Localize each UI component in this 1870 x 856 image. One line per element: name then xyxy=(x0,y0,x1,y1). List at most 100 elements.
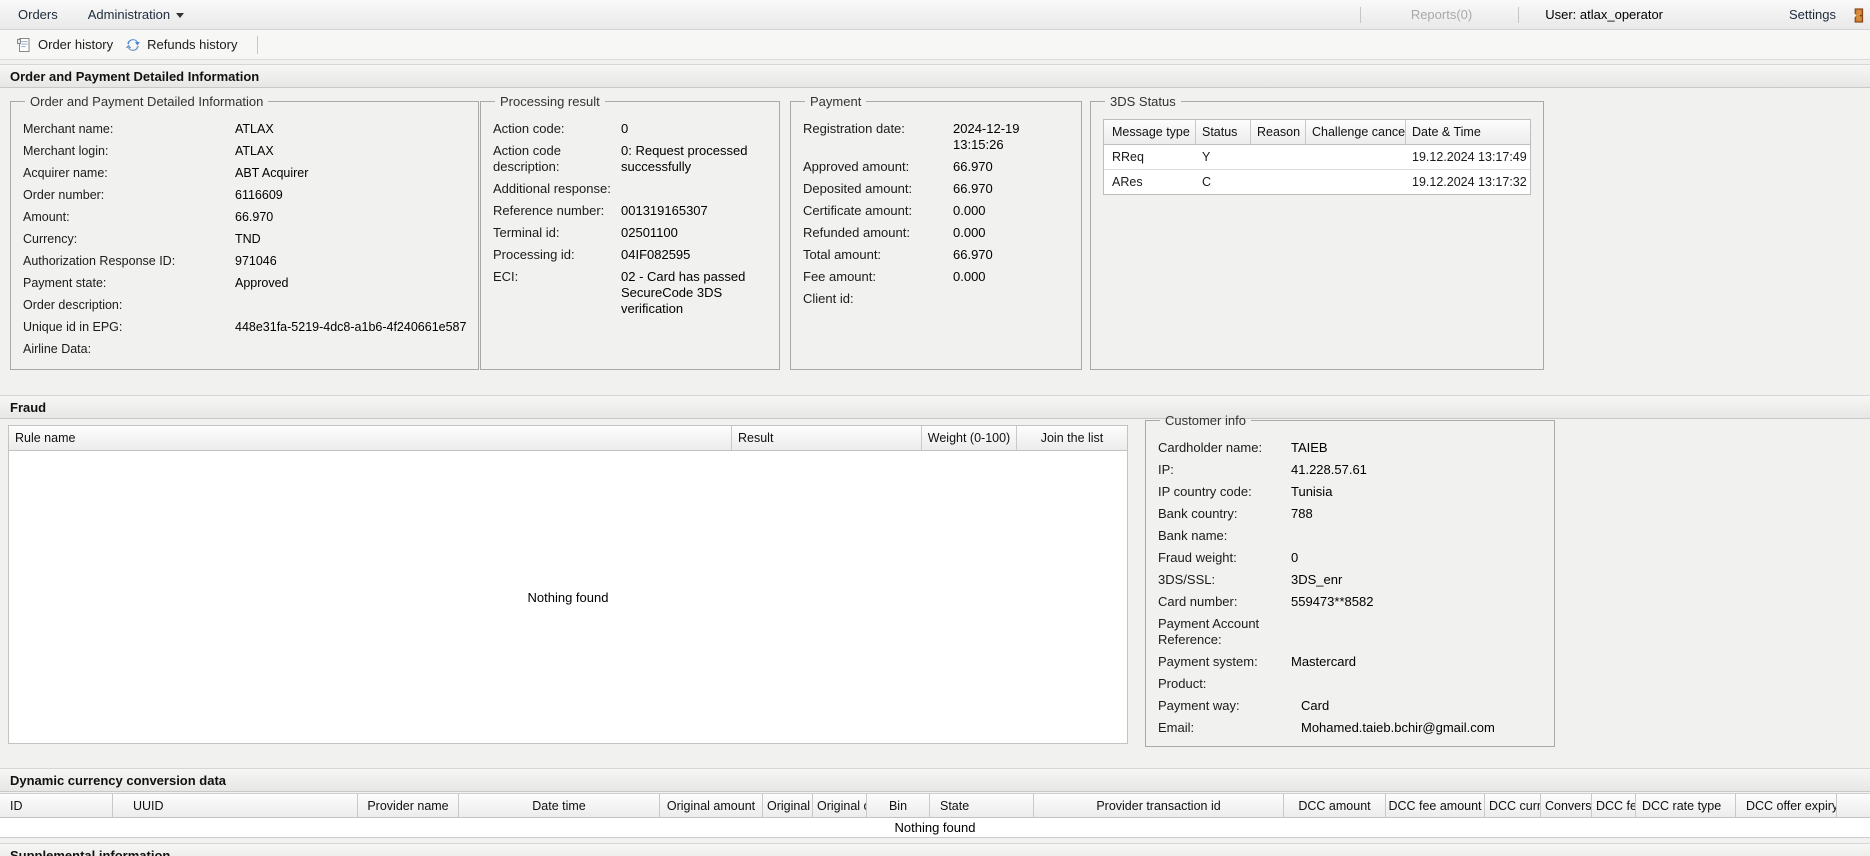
detail-label: Registration date: xyxy=(803,121,905,136)
detail-value: 2024-12-19 13:15:26 xyxy=(953,121,1020,152)
three-ds-table: Message type Status Reason Challenge can… xyxy=(1103,119,1531,195)
detail-value: 3DS_enr xyxy=(1291,572,1343,587)
empty-state-text: Nothing found xyxy=(527,589,609,605)
detail-value: ATLAX xyxy=(235,144,274,158)
detail-label: ECI: xyxy=(493,269,519,284)
detail-label: Deposited amount: xyxy=(803,181,913,196)
menu-orders[interactable]: Orders xyxy=(14,7,62,22)
detail-label: Total amount: xyxy=(803,247,882,262)
customer-info-legend: Customer info xyxy=(1165,413,1246,428)
detail-label: Payment system: xyxy=(1158,654,1258,669)
column-header: DCC amount xyxy=(1284,794,1386,817)
refunds-history-button[interactable]: Refunds history xyxy=(119,34,243,56)
customer-info-rows: Cardholder name: TAIEB IP: 41.228.57.61 … xyxy=(1158,440,1542,736)
detail-row: Action code: 0 xyxy=(493,121,767,137)
detail-value xyxy=(1291,676,1542,692)
detail-value: Mohamed.taieb.bchir@gmail.com xyxy=(1301,720,1495,735)
logout-door-icon xyxy=(1849,7,1865,23)
menu-settings[interactable]: Settings xyxy=(1785,7,1840,22)
detail-value: Mastercard xyxy=(1291,654,1357,669)
detail-value: 0.000 xyxy=(953,225,986,240)
detail-value xyxy=(235,297,466,313)
section-header-fraud: Fraud xyxy=(0,395,1870,419)
detail-row: Product: xyxy=(1158,676,1542,692)
detail-row: Payment state: Approved xyxy=(23,275,466,291)
detail-row: Email: Mohamed.taieb.bchir@gmail.com xyxy=(1158,720,1542,736)
menubar-divider xyxy=(1359,6,1361,23)
order-history-icon xyxy=(16,37,32,53)
order-details-rows: Merchant name: ATLAX Merchant login: ATL… xyxy=(23,121,466,357)
column-header: Provider name xyxy=(358,794,459,817)
detail-label: Authorization Response ID: xyxy=(23,254,176,268)
detail-row: Payment way: Card xyxy=(1158,698,1542,714)
detail-row: Total amount: 66.970 xyxy=(803,247,1069,263)
logout-button[interactable] xyxy=(1849,7,1865,23)
detail-value xyxy=(953,291,1069,307)
order-history-button[interactable]: Order history xyxy=(10,34,119,56)
detail-row: Terminal id: 02501100 xyxy=(493,225,767,241)
column-header: DCC fee xyxy=(1592,794,1636,817)
column-header: State xyxy=(930,794,1034,817)
payment-legend: Payment xyxy=(810,94,862,109)
detail-row: Fraud weight: 0 xyxy=(1158,550,1542,566)
detail-row: Order description: xyxy=(23,297,466,313)
column-header-join-the-list: Join the list xyxy=(1040,431,1104,445)
fraud-table: Rule name Result Weight (0-100) Join the… xyxy=(8,425,1128,744)
detail-row: Additional response: xyxy=(493,181,767,197)
column-header-date-time: Date & Time xyxy=(1412,125,1481,139)
column-header: ID xyxy=(0,794,113,817)
detail-row: Processing id: 04IF082595 xyxy=(493,247,767,263)
detail-row: Approved amount: 66.970 xyxy=(803,159,1069,175)
detail-value: 6116609 xyxy=(235,188,283,202)
detail-row: Cardholder name: TAIEB xyxy=(1158,440,1542,456)
detail-label: Certificate amount: xyxy=(803,203,913,218)
menu-reports[interactable]: Reports(0) xyxy=(1407,7,1476,22)
detail-value: Card xyxy=(1301,698,1330,713)
detail-label: Payment state: xyxy=(23,276,107,290)
dcc-table: ID UUID Provider name Date time Original… xyxy=(0,793,1870,838)
processing-result-legend: Processing result xyxy=(500,94,600,109)
column-header: Original c xyxy=(813,794,867,817)
column-header-message-type: Message type xyxy=(1104,120,1196,144)
menu-administration[interactable]: Administration xyxy=(84,7,188,22)
menubar-divider xyxy=(1518,6,1520,23)
toolbar: Order history Refunds history xyxy=(0,30,1870,60)
detail-row: Deposited amount: 66.970 xyxy=(803,181,1069,197)
three-ds-status-legend: 3DS Status xyxy=(1110,94,1176,109)
detail-label: Product: xyxy=(1158,676,1207,691)
detail-row: Authorization Response ID: 971046 xyxy=(23,253,466,269)
detail-value: 0 xyxy=(621,121,629,136)
order-details-fieldset: Order and Payment Detailed Information M… xyxy=(10,94,480,370)
cell-message-type: ARes xyxy=(1112,175,1143,189)
detail-label: Bank country: xyxy=(1158,506,1238,521)
dcc-empty-state: Nothing found xyxy=(0,818,1870,838)
detail-value: Approved xyxy=(235,276,289,290)
detail-row: Refunded amount: 0.000 xyxy=(803,225,1069,241)
cell-date-time: 19.12.2024 13:17:49 xyxy=(1412,150,1527,164)
cell-challenge-cancel xyxy=(1306,145,1406,169)
detail-value: 001319165307 xyxy=(621,203,708,218)
detail-value: 66.970 xyxy=(953,247,993,262)
detail-row: Reference number: 001319165307 xyxy=(493,203,767,219)
detail-label: Reference number: xyxy=(493,203,605,218)
column-header-challenge-cancel: Challenge cancel xyxy=(1306,120,1406,144)
detail-value xyxy=(1291,616,1542,648)
fraud-table-header: Rule name Result Weight (0-100) Join the… xyxy=(9,426,1127,451)
detail-label: Action code description: xyxy=(493,143,561,174)
column-header: Provider transaction id xyxy=(1034,794,1284,817)
detail-label: Fraud weight: xyxy=(1158,550,1237,565)
detail-row: Unique id in EPG: 448e31fa-5219-4dc8-a1b… xyxy=(23,319,466,335)
detail-row: Payment Account Reference: xyxy=(1158,616,1542,648)
detail-label: Processing id: xyxy=(493,247,575,262)
detail-label: Currency: xyxy=(23,232,78,246)
detail-label: Card number: xyxy=(1158,594,1238,609)
detail-value xyxy=(235,341,466,357)
detail-row: Order number: 6116609 xyxy=(23,187,466,203)
table-row: RReq Y 19.12.2024 13:17:49 xyxy=(1104,145,1530,170)
detail-row: Currency: TND xyxy=(23,231,466,247)
empty-state-text: Nothing found xyxy=(894,820,976,835)
three-ds-status-fieldset: 3DS Status Message type Status Reason Ch… xyxy=(1090,94,1544,370)
detail-label: Acquirer name: xyxy=(23,166,108,180)
column-header-result: Result xyxy=(732,426,922,450)
refunds-history-label: Refunds history xyxy=(147,37,238,52)
